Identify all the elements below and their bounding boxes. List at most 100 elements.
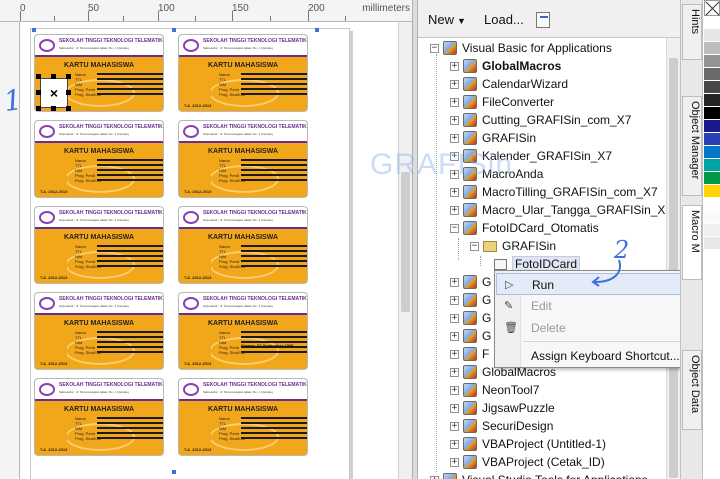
expand-toggle-icon[interactable]: + xyxy=(450,385,459,395)
color-swatch[interactable] xyxy=(704,29,720,42)
collapse-toggle-icon[interactable]: − xyxy=(450,223,459,233)
selection-handle[interactable] xyxy=(51,106,56,111)
expand-toggle-icon[interactable]: + xyxy=(450,61,459,71)
color-swatch[interactable] xyxy=(704,94,720,107)
expand-toggle-icon[interactable]: + xyxy=(450,187,459,197)
tree-project-item[interactable]: + MacroTilling_GRAFISin_com_X7 xyxy=(450,183,658,201)
expand-toggle-icon[interactable]: + xyxy=(450,403,459,413)
expand-toggle-icon[interactable]: + xyxy=(450,439,459,449)
id-card[interactable]: SEKOLAH TINGGI TEKNOLOGI TELEMATIKA Sekre… xyxy=(178,292,308,370)
assign-shortcut-menu-item[interactable]: Assign Keyboard Shortcut... xyxy=(496,345,685,367)
id-card[interactable]: SEKOLAH TINGGI TEKNOLOGI TELEMATIKA Sekre… xyxy=(178,206,308,284)
canvas-scroll-thumb[interactable] xyxy=(401,172,410,312)
no-color-swatch[interactable] xyxy=(704,0,720,16)
color-swatch[interactable] xyxy=(704,172,720,185)
expand-toggle-icon[interactable]: + xyxy=(450,277,459,287)
tree-scroll-thumb[interactable] xyxy=(669,58,678,478)
module-properties-icon[interactable] xyxy=(536,12,550,28)
tree-project-item[interactable]: + VBAProject (Untitled-1) xyxy=(450,435,606,453)
collapse-toggle-icon[interactable]: − xyxy=(430,43,439,53)
color-swatch[interactable] xyxy=(704,198,720,211)
tab-macro-manager[interactable]: Macro M xyxy=(682,205,702,280)
tree-project-item[interactable]: + NeonTool7 xyxy=(450,381,539,399)
expand-toggle-icon[interactable]: + xyxy=(450,349,459,359)
color-swatch[interactable] xyxy=(704,133,720,146)
id-card[interactable]: SEKOLAH TINGGI TEKNOLOGI TELEMATIKA Sekre… xyxy=(178,120,308,198)
expand-toggle-icon[interactable]: + xyxy=(450,457,459,467)
tree-project-item[interactable]: + Cutting_GRAFISin_com_X7 xyxy=(450,111,631,129)
canvas-vertical-scrollbar[interactable] xyxy=(398,22,412,479)
tree-project-item[interactable]: − FotoIDCard_Otomatis xyxy=(450,219,599,237)
id-card[interactable]: SEKOLAH TINGGI TEKNOLOGI TELEMATIKA Sekre… xyxy=(34,378,164,456)
tree-root-vba[interactable]: − Visual Basic for Applications xyxy=(430,39,612,57)
tree-project-item[interactable]: + JigsawPuzzle xyxy=(450,399,555,417)
color-swatch[interactable] xyxy=(704,68,720,81)
color-swatch[interactable] xyxy=(704,146,720,159)
vba-project-icon xyxy=(463,113,477,127)
expand-toggle-icon[interactable]: + xyxy=(450,313,459,323)
selection-handle[interactable] xyxy=(66,106,71,111)
tree-item-label: SecuriDesign xyxy=(482,419,554,433)
tree-project-item[interactable]: + G xyxy=(450,291,491,309)
tree-project-item[interactable]: + GlobalMacros xyxy=(450,57,561,75)
tab-hints[interactable]: Hints xyxy=(682,4,702,60)
color-swatch[interactable] xyxy=(704,81,720,94)
id-card[interactable]: SEKOLAH TINGGI TEKNOLOGI TELEMATIKA Sekre… xyxy=(34,206,164,284)
color-swatch[interactable] xyxy=(704,185,720,198)
tree-project-item[interactable]: + FileConverter xyxy=(450,93,554,111)
tab-object-data[interactable]: Object Data xyxy=(682,350,702,430)
expand-toggle-icon[interactable]: + xyxy=(450,205,459,215)
id-card[interactable]: SEKOLAH TINGGI TEKNOLOGI TELEMATIKA Sekre… xyxy=(34,292,164,370)
color-swatch[interactable] xyxy=(704,224,720,237)
edit-menu-item[interactable]: ✎ Edit xyxy=(496,295,685,317)
new-button[interactable]: New ▼ xyxy=(428,12,466,27)
expand-toggle-icon[interactable]: + xyxy=(450,115,459,125)
selection-handle[interactable] xyxy=(66,90,71,95)
expand-toggle-icon[interactable]: + xyxy=(450,367,459,377)
color-swatch[interactable] xyxy=(704,159,720,172)
expand-toggle-icon[interactable]: + xyxy=(450,133,459,143)
tree-root-vsta[interactable]: + Visual Studio Tools for Applications xyxy=(430,471,648,479)
expand-toggle-icon[interactable]: + xyxy=(430,475,439,479)
selection-handle[interactable] xyxy=(66,74,71,79)
color-swatch[interactable] xyxy=(704,237,720,250)
load-button[interactable]: Load... xyxy=(484,12,524,27)
tree-vertical-scrollbar[interactable] xyxy=(666,38,680,479)
tree-item-label: Visual Basic for Applications xyxy=(462,41,612,55)
horizontal-ruler[interactable]: 0 50 100 150 200 millimeters xyxy=(0,0,412,22)
color-swatch[interactable] xyxy=(704,107,720,120)
id-card[interactable]: SEKOLAH TINGGI TEKNOLOGI TELEMATIKA Sekre… xyxy=(178,378,308,456)
color-swatch[interactable] xyxy=(704,211,720,224)
color-swatch[interactable] xyxy=(704,42,720,55)
color-swatch[interactable] xyxy=(704,120,720,133)
selection-handle[interactable] xyxy=(36,90,41,95)
tree-project-item[interactable]: + G xyxy=(450,273,491,291)
selection-handle[interactable] xyxy=(51,74,56,79)
selected-photo-placeholder[interactable]: × xyxy=(40,78,68,108)
tree-project-item[interactable]: + VBAProject (Cetak_ID) xyxy=(450,453,605,471)
selection-handle[interactable] xyxy=(36,74,41,79)
id-card[interactable]: SEKOLAH TINGGI TEKNOLOGI TELEMATIKA Sekre… xyxy=(178,34,308,112)
selection-handle[interactable] xyxy=(36,106,41,111)
tree-project-item[interactable]: + CalendarWizard xyxy=(450,75,568,93)
expand-toggle-icon[interactable]: + xyxy=(450,79,459,89)
tree-modules-folder[interactable]: − GRAFISin xyxy=(470,237,556,255)
expand-toggle-icon[interactable]: + xyxy=(450,421,459,431)
tree-project-item[interactable]: + Macro_Ular_Tangga_GRAFISin_X7 xyxy=(450,201,672,219)
color-swatch[interactable] xyxy=(704,55,720,68)
tree-project-item[interactable]: + G xyxy=(450,327,491,345)
tree-project-item[interactable]: + SecuriDesign xyxy=(450,417,553,435)
expand-toggle-icon[interactable]: + xyxy=(450,331,459,341)
tree-project-item[interactable]: + F xyxy=(450,345,489,363)
expand-toggle-icon[interactable]: + xyxy=(450,295,459,305)
tree-project-item[interactable]: + G xyxy=(450,309,491,327)
expand-toggle-icon[interactable]: + xyxy=(450,97,459,107)
school-logo-icon xyxy=(183,297,199,310)
delete-menu-item[interactable]: 🗑 Delete xyxy=(496,317,685,339)
color-swatch[interactable] xyxy=(704,16,720,29)
collapse-toggle-icon[interactable]: − xyxy=(470,241,479,251)
id-card[interactable]: SEKOLAH TINGGI TEKNOLOGI TELEMATIKA Sekre… xyxy=(34,120,164,198)
tree-project-item[interactable]: + GRAFISin xyxy=(450,129,536,147)
tab-object-manager[interactable]: Object Manager xyxy=(682,96,702,196)
vba-project-icon xyxy=(463,275,477,289)
